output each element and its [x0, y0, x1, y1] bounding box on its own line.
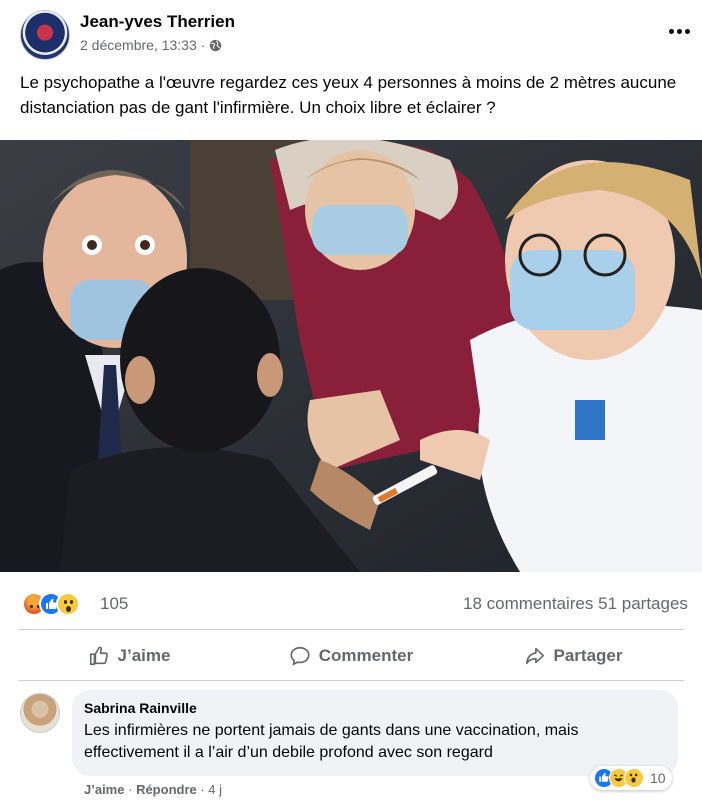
thumbs-up-icon [89, 646, 108, 666]
comment-text: Les infirmières ne portent jamais de gan… [84, 722, 579, 761]
photo-illustration [0, 140, 702, 572]
divider [18, 629, 684, 630]
comment-reply-link[interactable]: Répondre [136, 782, 197, 797]
comment-bubble: Sabrina Rainville Les infirmières ne por… [72, 690, 678, 776]
comment-like-link[interactable]: J’aime [84, 782, 124, 797]
comment-actions: J’aime · Répondre · 4 j [84, 782, 222, 797]
share-button[interactable]: Partager [462, 636, 684, 676]
wow-icon [56, 592, 80, 616]
share-button-label: Partager [553, 646, 623, 665]
post-meta: 2 décembre, 13:33 · [80, 37, 222, 53]
comment-reactions[interactable]: 10 [590, 766, 672, 790]
divider [18, 680, 684, 681]
comment-button-label: Commenter [318, 646, 414, 665]
reactions-summary: 105 18 commentaires 51 partages [0, 586, 702, 622]
comment-bubble-icon [290, 646, 310, 666]
more-dot-icon [668, 28, 674, 34]
separator: · [128, 782, 137, 797]
post-header: Jean-yves Therrien 2 décembre, 13:33 · [0, 0, 702, 64]
post-actions: J’aime Commenter Partager [18, 636, 684, 676]
commenter-avatar[interactable] [20, 693, 60, 733]
comment-button[interactable]: Commenter [240, 636, 462, 676]
author-name[interactable]: Jean-yves Therrien [80, 12, 235, 32]
more-options-button[interactable] [664, 18, 694, 44]
more-dot-icon [676, 28, 682, 34]
wow-icon [624, 768, 644, 788]
commenter-name[interactable]: Sabrina Rainville [84, 700, 666, 716]
comment-age[interactable]: · 4 j [200, 782, 222, 797]
post-text: Le psychopathe a l'œuvre regardez ces ye… [20, 73, 677, 117]
comment-reaction-count: 10 [650, 770, 666, 786]
like-button[interactable]: J’aime [18, 636, 240, 676]
like-button-label: J’aime [117, 646, 171, 665]
reaction-icons[interactable] [22, 592, 94, 616]
post-photo[interactable] [0, 140, 702, 572]
comments-shares-count[interactable]: 18 commentaires 51 partages [463, 594, 688, 614]
comment-reaction-icons [594, 768, 648, 788]
share-arrow-icon [525, 647, 544, 665]
author-avatar[interactable] [20, 10, 70, 60]
more-dot-icon [684, 28, 690, 34]
post-timestamp[interactable]: 2 décembre, 13:33 · [80, 37, 205, 53]
reaction-count[interactable]: 105 [100, 594, 128, 614]
globe-icon [210, 39, 222, 51]
